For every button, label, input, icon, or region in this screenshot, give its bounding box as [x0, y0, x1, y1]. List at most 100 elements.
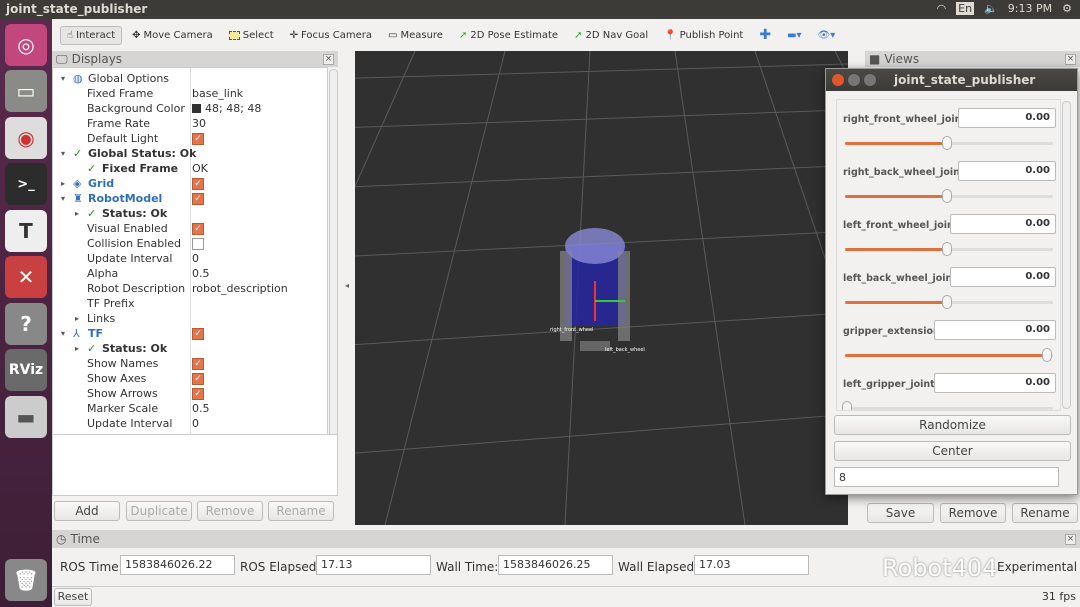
close-icon[interactable]: ×: [1065, 54, 1076, 65]
close-icon[interactable]: ×: [1065, 534, 1076, 545]
expand-arrow-icon[interactable]: ▸: [61, 176, 65, 191]
property-value[interactable]: 0: [192, 416, 199, 431]
tree-row[interactable]: TF Prefix: [53, 296, 328, 311]
tree-row[interactable]: ▸✓Status: Ok: [53, 206, 328, 221]
move-camera-tool[interactable]: ✥Move Camera: [126, 27, 219, 44]
slider-handle[interactable]: [842, 401, 852, 411]
tree-row[interactable]: Update Interval0: [53, 416, 328, 431]
ros-time-field[interactable]: 1583846026.22: [120, 555, 235, 575]
property-value[interactable]: 48; 48; 48: [205, 101, 261, 116]
focus-camera-tool[interactable]: ✛Focus Camera: [284, 27, 378, 44]
slider-handle[interactable]: [942, 295, 952, 309]
duplicate-button[interactable]: Duplicate: [126, 501, 192, 521]
volume-icon[interactable]: 🔈: [984, 2, 998, 15]
remove-button[interactable]: Remove: [197, 501, 263, 521]
tree-row[interactable]: Background Color48; 48; 48: [53, 101, 328, 116]
joint-value-field[interactable]: 0.00: [958, 161, 1056, 181]
joint-value-field[interactable]: 0.00: [950, 267, 1056, 287]
disk-icon[interactable]: ▬: [5, 396, 47, 438]
files-icon[interactable]: ▭: [5, 70, 47, 112]
joint-slider[interactable]: [845, 142, 1053, 145]
wall-elapsed-field[interactable]: 17.03: [694, 555, 809, 575]
joint-value-field[interactable]: 0.00: [934, 373, 1056, 393]
tree-row[interactable]: ▾◍Global Options: [53, 71, 328, 86]
collapse-left-icon[interactable]: ◂: [340, 51, 354, 525]
tree-row[interactable]: ▾⅄TF✓: [53, 326, 328, 341]
save-button[interactable]: Save: [867, 503, 934, 523]
tree-row[interactable]: Show Axes✓: [53, 371, 328, 386]
joint-value-field[interactable]: 0.00: [950, 214, 1056, 234]
expand-arrow-icon[interactable]: ▸: [75, 341, 79, 356]
checkbox[interactable]: ✓: [192, 386, 204, 401]
tree-row[interactable]: Show Names✓: [53, 356, 328, 371]
property-value[interactable]: 30: [192, 116, 206, 131]
view-menu-button[interactable]: 👁▾: [812, 27, 842, 44]
text-editor-icon[interactable]: T: [5, 210, 47, 252]
tree-row[interactable]: Fixed Framebase_link: [53, 86, 328, 101]
checkbox[interactable]: ✓: [192, 221, 204, 236]
property-value[interactable]: base_link: [192, 86, 243, 101]
slider-handle[interactable]: [1042, 348, 1052, 362]
close-window-button[interactable]: [832, 74, 844, 86]
maximize-button[interactable]: [864, 74, 876, 86]
slider-handle[interactable]: [942, 136, 952, 150]
slider-handle[interactable]: [942, 242, 952, 256]
joints-scrollbar[interactable]: [1062, 101, 1071, 409]
interact-tool[interactable]: ☝Interact: [60, 26, 122, 45]
expand-arrow-icon[interactable]: ▾: [61, 71, 65, 86]
nav-goal-tool[interactable]: ➚2D Nav Goal: [568, 27, 654, 44]
tree-row[interactable]: Marker Scale0.5: [53, 401, 328, 416]
rviz-icon[interactable]: RViz: [5, 349, 47, 391]
ros-elapsed-field[interactable]: 17.13: [316, 555, 431, 575]
checkbox[interactable]: ✓: [192, 131, 204, 146]
property-value[interactable]: 0: [192, 251, 199, 266]
tree-row[interactable]: Visual Enabled✓: [53, 221, 328, 236]
property-value[interactable]: 0.5: [192, 266, 210, 281]
slider-handle[interactable]: [942, 189, 952, 203]
wall-time-field[interactable]: 1583846026.25: [498, 555, 613, 575]
center-button[interactable]: Center: [834, 441, 1071, 461]
tree-row[interactable]: Alpha0.5: [53, 266, 328, 281]
rename-view-button[interactable]: Rename: [1012, 503, 1078, 523]
checkbox[interactable]: ✓: [192, 371, 204, 386]
joint-slider[interactable]: [845, 407, 1053, 410]
tree-row[interactable]: ▾♜RobotModel✓: [53, 191, 328, 206]
select-tool[interactable]: Select: [223, 27, 280, 44]
expand-arrow-icon[interactable]: ▸: [75, 311, 79, 326]
close-icon[interactable]: ×: [323, 54, 334, 65]
tree-row[interactable]: Default Light✓: [53, 131, 328, 146]
scrollbar[interactable]: [329, 69, 338, 481]
trash-icon[interactable]: 🗑: [5, 559, 47, 601]
randomize-button[interactable]: Randomize: [834, 415, 1071, 435]
tree-row[interactable]: ✓Fixed FrameOK: [53, 161, 328, 176]
tree-row[interactable]: ▸✓Status: Ok: [53, 341, 328, 356]
tree-row[interactable]: Collision Enabled: [53, 236, 328, 251]
keyboard-lang[interactable]: En: [956, 2, 974, 15]
joint-slider[interactable]: [845, 248, 1053, 251]
help-icon[interactable]: ?: [5, 303, 47, 345]
measure-tool[interactable]: ▭Measure: [382, 27, 449, 44]
checkbox[interactable]: ✓: [192, 326, 204, 341]
expand-arrow-icon[interactable]: ▾: [61, 146, 65, 161]
ubuntu-icon[interactable]: ◎: [5, 24, 47, 66]
property-value[interactable]: OK: [192, 161, 208, 176]
checkbox[interactable]: ✓: [192, 356, 204, 371]
minimize-button[interactable]: [848, 74, 860, 86]
clock[interactable]: 9:13 PM: [1008, 2, 1052, 15]
wifi-icon[interactable]: ◠: [937, 2, 947, 15]
tree-row[interactable]: Robot Descriptionrobot_description: [53, 281, 328, 296]
3d-view[interactable]: left_back_wheelright_front_wheel: [355, 51, 848, 525]
settings-icon[interactable]: ✕: [5, 256, 47, 298]
rename-button[interactable]: Rename: [268, 501, 334, 521]
pose-estimate-tool[interactable]: ➚2D Pose Estimate: [453, 27, 564, 44]
add-tool-button[interactable]: ✚: [753, 24, 777, 46]
reset-button[interactable]: Reset: [54, 588, 92, 606]
remove-view-button[interactable]: Remove: [940, 503, 1006, 523]
property-value[interactable]: robot_description: [192, 281, 288, 296]
joint-slider[interactable]: [845, 195, 1053, 198]
tree-row[interactable]: Update Interval0: [53, 251, 328, 266]
expand-arrow-icon[interactable]: ▾: [61, 326, 65, 341]
joint-slider[interactable]: [845, 301, 1053, 304]
tree-row[interactable]: Frame Rate30: [53, 116, 328, 131]
expand-arrow-icon[interactable]: ▾: [61, 191, 65, 206]
